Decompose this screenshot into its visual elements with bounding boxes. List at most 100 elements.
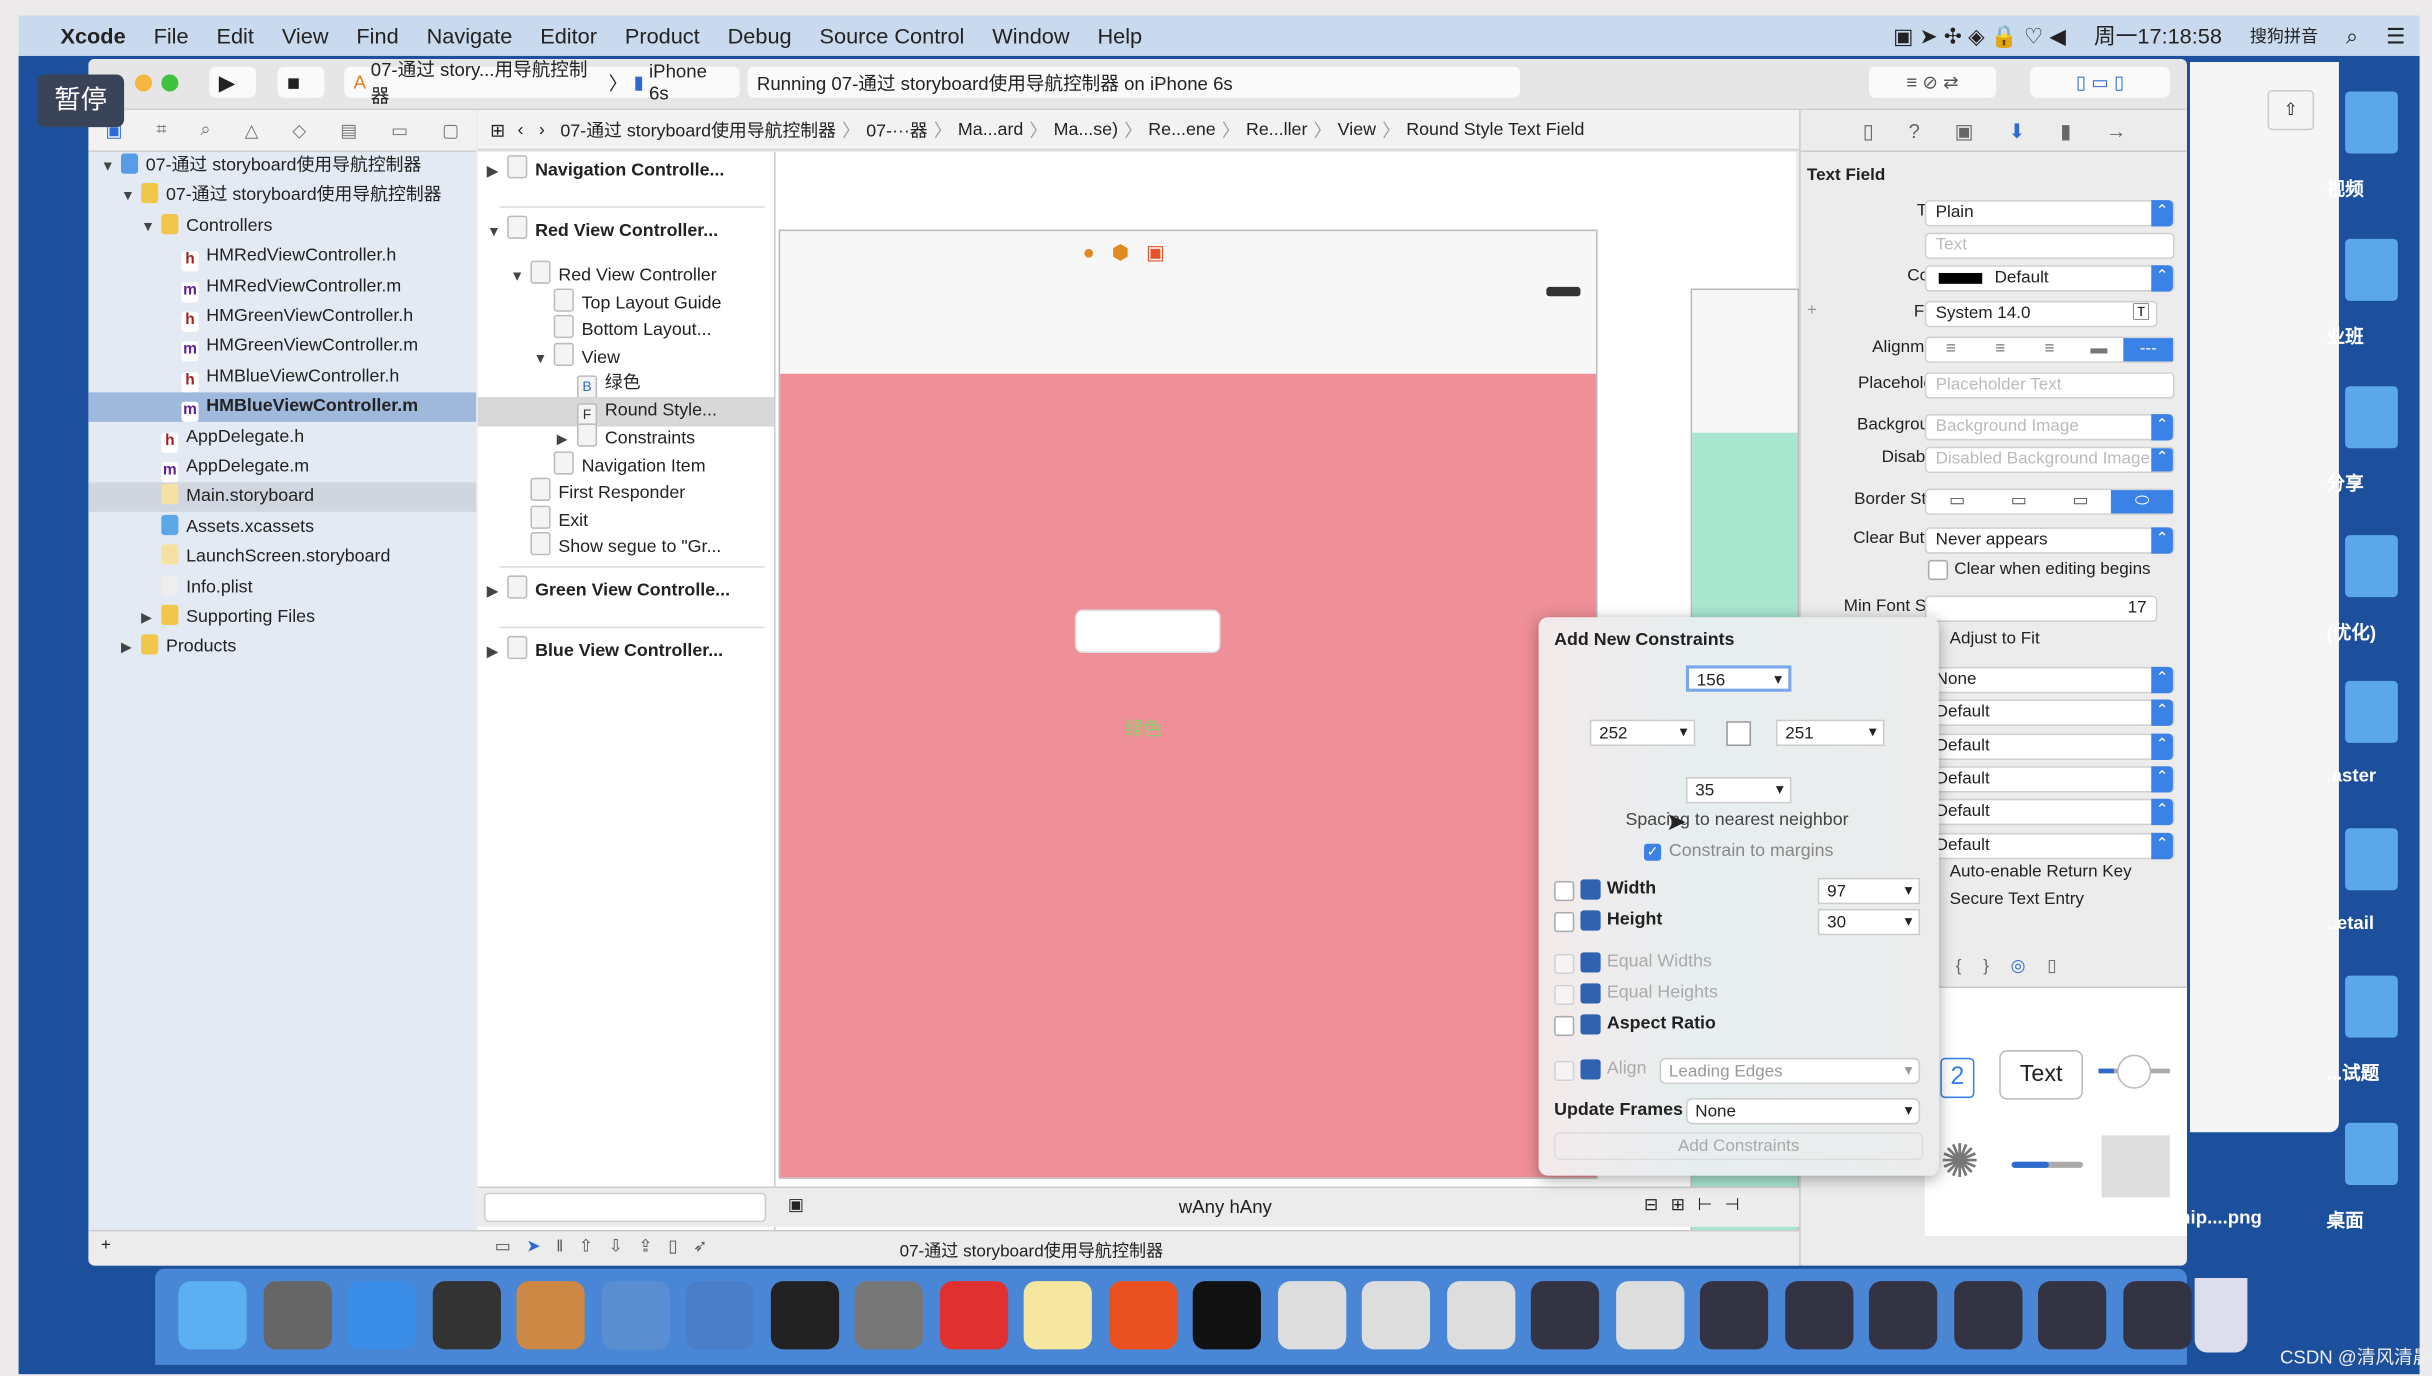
dock-app-icon[interactable]	[1192, 1281, 1261, 1350]
menu-view[interactable]: View	[282, 23, 329, 48]
color-select[interactable]: Default	[1924, 265, 2175, 292]
editor-buttons[interactable]: ≡ ⊘ ⇄	[1868, 66, 1997, 98]
warning-icon[interactable]: △	[245, 119, 259, 142]
outline-item[interactable]: Show segue to "Gr...	[478, 531, 774, 561]
dock-app-icon[interactable]	[770, 1281, 839, 1350]
equal-heights-checkbox[interactable]	[1554, 984, 1575, 1006]
scheme-selector[interactable]: A 07-通过 story...用导航控制器〉 ▮ iPhone 6s	[344, 59, 740, 107]
notification-center-icon[interactable]: ☰	[2386, 22, 2405, 48]
inspector-select[interactable]: Default	[1924, 732, 2175, 760]
auto-return-checkbox[interactable]: Auto-enable Return Key	[1950, 862, 2132, 881]
align-select[interactable]: Leading Edges	[1659, 1057, 1921, 1085]
dock-app-icon[interactable]	[1277, 1281, 1346, 1350]
outline-item[interactable]: Top Layout Guide	[478, 287, 774, 317]
right-spacing-combo[interactable]: 251	[1775, 719, 1885, 747]
desktop-icon[interactable]	[2345, 386, 2398, 449]
inspector-select[interactable]: None	[1924, 666, 2175, 694]
font-field[interactable]: System 14.0 🅃	[1924, 300, 2158, 328]
dock-app-icon[interactable]	[1699, 1281, 1769, 1350]
top-spacing-combo[interactable]: 156	[1685, 665, 1792, 693]
bottom-spacing-combo[interactable]: 35	[1685, 777, 1792, 804]
desktop-icon[interactable]	[2345, 975, 2398, 1038]
outline-item[interactable]: ▶ Green View Controlle...	[478, 574, 774, 605]
disclosure-triangle-icon[interactable]: ▼	[487, 217, 507, 246]
outline-filter[interactable]	[483, 1192, 767, 1223]
round-style-text-field[interactable]	[1074, 609, 1221, 653]
related-items-icon[interactable]: ⊞	[490, 119, 505, 141]
navigator-selector[interactable]: ▣ ⌗ ⌕ △ ◇ ▤ ▭ ▢	[88, 110, 477, 152]
dock-app-icon[interactable]	[2122, 1281, 2191, 1350]
search-icon[interactable]: ⌕	[201, 120, 211, 140]
outline-item[interactable]: F Round Style...	[477, 396, 774, 426]
disclosure-triangle-icon[interactable]: ▼	[141, 212, 161, 241]
file-nav-item[interactable]: ▼ 07-通过 storyboard使用导航控制器	[88, 152, 476, 181]
disclosure-triangle-icon[interactable]: ▼	[121, 182, 141, 211]
file-nav-item[interactable]: m HMGreenViewController.m	[88, 333, 476, 362]
trash-icon[interactable]	[2194, 1278, 2248, 1353]
jump-bar[interactable]: ⊞ ‹ › 07-通过 storyboard使用导航控制器〉 07-···器〉 Ma...…	[477, 110, 1800, 151]
dock-app-icon[interactable]	[1023, 1281, 1092, 1350]
text-input[interactable]: Text	[1924, 232, 2175, 260]
dock-app-icon[interactable]	[1361, 1281, 1431, 1350]
menu-product[interactable]: Product	[625, 23, 700, 48]
outline-item[interactable]: ▶ Navigation Controlle...	[478, 155, 774, 184]
text-type-select[interactable]: Plain	[1924, 200, 2175, 227]
file-nav-item[interactable]: Info.plist	[88, 573, 476, 602]
dock-app-icon[interactable]	[685, 1281, 754, 1350]
object-library[interactable]: 2 Text ✺	[1924, 986, 2187, 1237]
slider-object[interactable]	[2098, 1054, 2170, 1089]
disclosure-triangle-icon[interactable]: ▶	[487, 576, 507, 605]
menu-window[interactable]: Window	[992, 23, 1069, 48]
jump-bar-item[interactable]: Ma...se)	[1054, 120, 1118, 139]
desktop-icon[interactable]	[2345, 1122, 2398, 1185]
jump-bar-item[interactable]: Re...ene	[1148, 120, 1215, 139]
dock-app-icon[interactable]	[601, 1281, 670, 1350]
red-view[interactable]: 绿色	[780, 373, 1596, 1178]
height-combo[interactable]: 30	[1817, 908, 1921, 936]
file-nav-item[interactable]: m AppDelegate.m	[88, 453, 476, 483]
share-icon[interactable]: ⇧	[2267, 89, 2315, 131]
aspect-ratio-checkbox[interactable]	[1554, 1015, 1575, 1037]
menu-navigate[interactable]: Navigate	[427, 23, 513, 48]
file-nav-item[interactable]: ▶ Supporting Files	[88, 603, 476, 632]
disabled-select[interactable]: Disabled Background Image	[1924, 446, 2175, 474]
disclosure-triangle-icon[interactable]: ▶	[487, 157, 507, 186]
dock-app-icon[interactable]	[1530, 1281, 1600, 1350]
outline-item[interactable]: ▼ View	[478, 341, 774, 371]
red-view-controller-scene[interactable]: ● ⬢ ▣ 绿色	[778, 229, 1598, 1179]
dock-app-icon[interactable]	[939, 1281, 1008, 1350]
file-nav-item[interactable]: ▼ 07-通过 storyboard使用导航控制器	[88, 182, 476, 211]
run-button[interactable]: ▶	[209, 66, 256, 98]
desktop-icon[interactable]	[2345, 535, 2398, 598]
ime[interactable]: 搜狗拼音	[2250, 23, 2318, 48]
clear-button-select[interactable]: Never appears	[1924, 527, 2175, 554]
green-button[interactable]: 绿色	[1124, 715, 1161, 741]
left-spacing-combo[interactable]: 252	[1589, 719, 1696, 747]
clear-editing-checkbox[interactable]	[1927, 559, 1949, 581]
report-icon[interactable]: ▢	[442, 119, 459, 142]
file-nav-item[interactable]: h HMRedViewController.h	[88, 242, 476, 272]
dock-app-icon[interactable]	[347, 1281, 416, 1350]
adjust-to-fit-checkbox[interactable]: Adjust to Fit	[1950, 630, 2040, 649]
disclosure-triangle-icon[interactable]: ▼	[101, 152, 121, 181]
size-class-control[interactable]: wAny hAny	[1179, 1196, 1272, 1218]
jump-bar-item[interactable]: 07-通过 storyboard使用导航控制器	[560, 117, 836, 142]
desktop-icon[interactable]	[2345, 91, 2398, 154]
jump-bar-item[interactable]: Round Style Text Field	[1406, 120, 1584, 139]
desktop-icon[interactable]	[2345, 680, 2398, 743]
file-nav-item[interactable]: h HMBlueViewController.h	[88, 363, 476, 393]
symbol-icon[interactable]: ⌗	[156, 120, 166, 140]
menu-help[interactable]: Help	[1097, 23, 1142, 48]
outline-item[interactable]: ▶ Constraints	[478, 423, 774, 452]
inspector-select[interactable]: Default	[1924, 832, 2175, 859]
outline-item[interactable]: First Responder	[478, 477, 774, 507]
dock-app-icon[interactable]	[854, 1281, 923, 1350]
view-buttons[interactable]: ▯ ▭ ▯	[2030, 66, 2170, 98]
constrain-margins-checkbox[interactable]: ✓	[1644, 843, 1662, 861]
min-font-size-field[interactable]: 17	[1924, 595, 2158, 622]
dock-app-icon[interactable]	[516, 1281, 585, 1350]
file-nav-item[interactable]: m HMRedViewController.m	[88, 272, 476, 302]
disclosure-triangle-icon[interactable]: ▶	[141, 603, 161, 632]
dock-app-icon[interactable]	[178, 1281, 247, 1350]
add-file-button[interactable]: +	[101, 1236, 111, 1255]
